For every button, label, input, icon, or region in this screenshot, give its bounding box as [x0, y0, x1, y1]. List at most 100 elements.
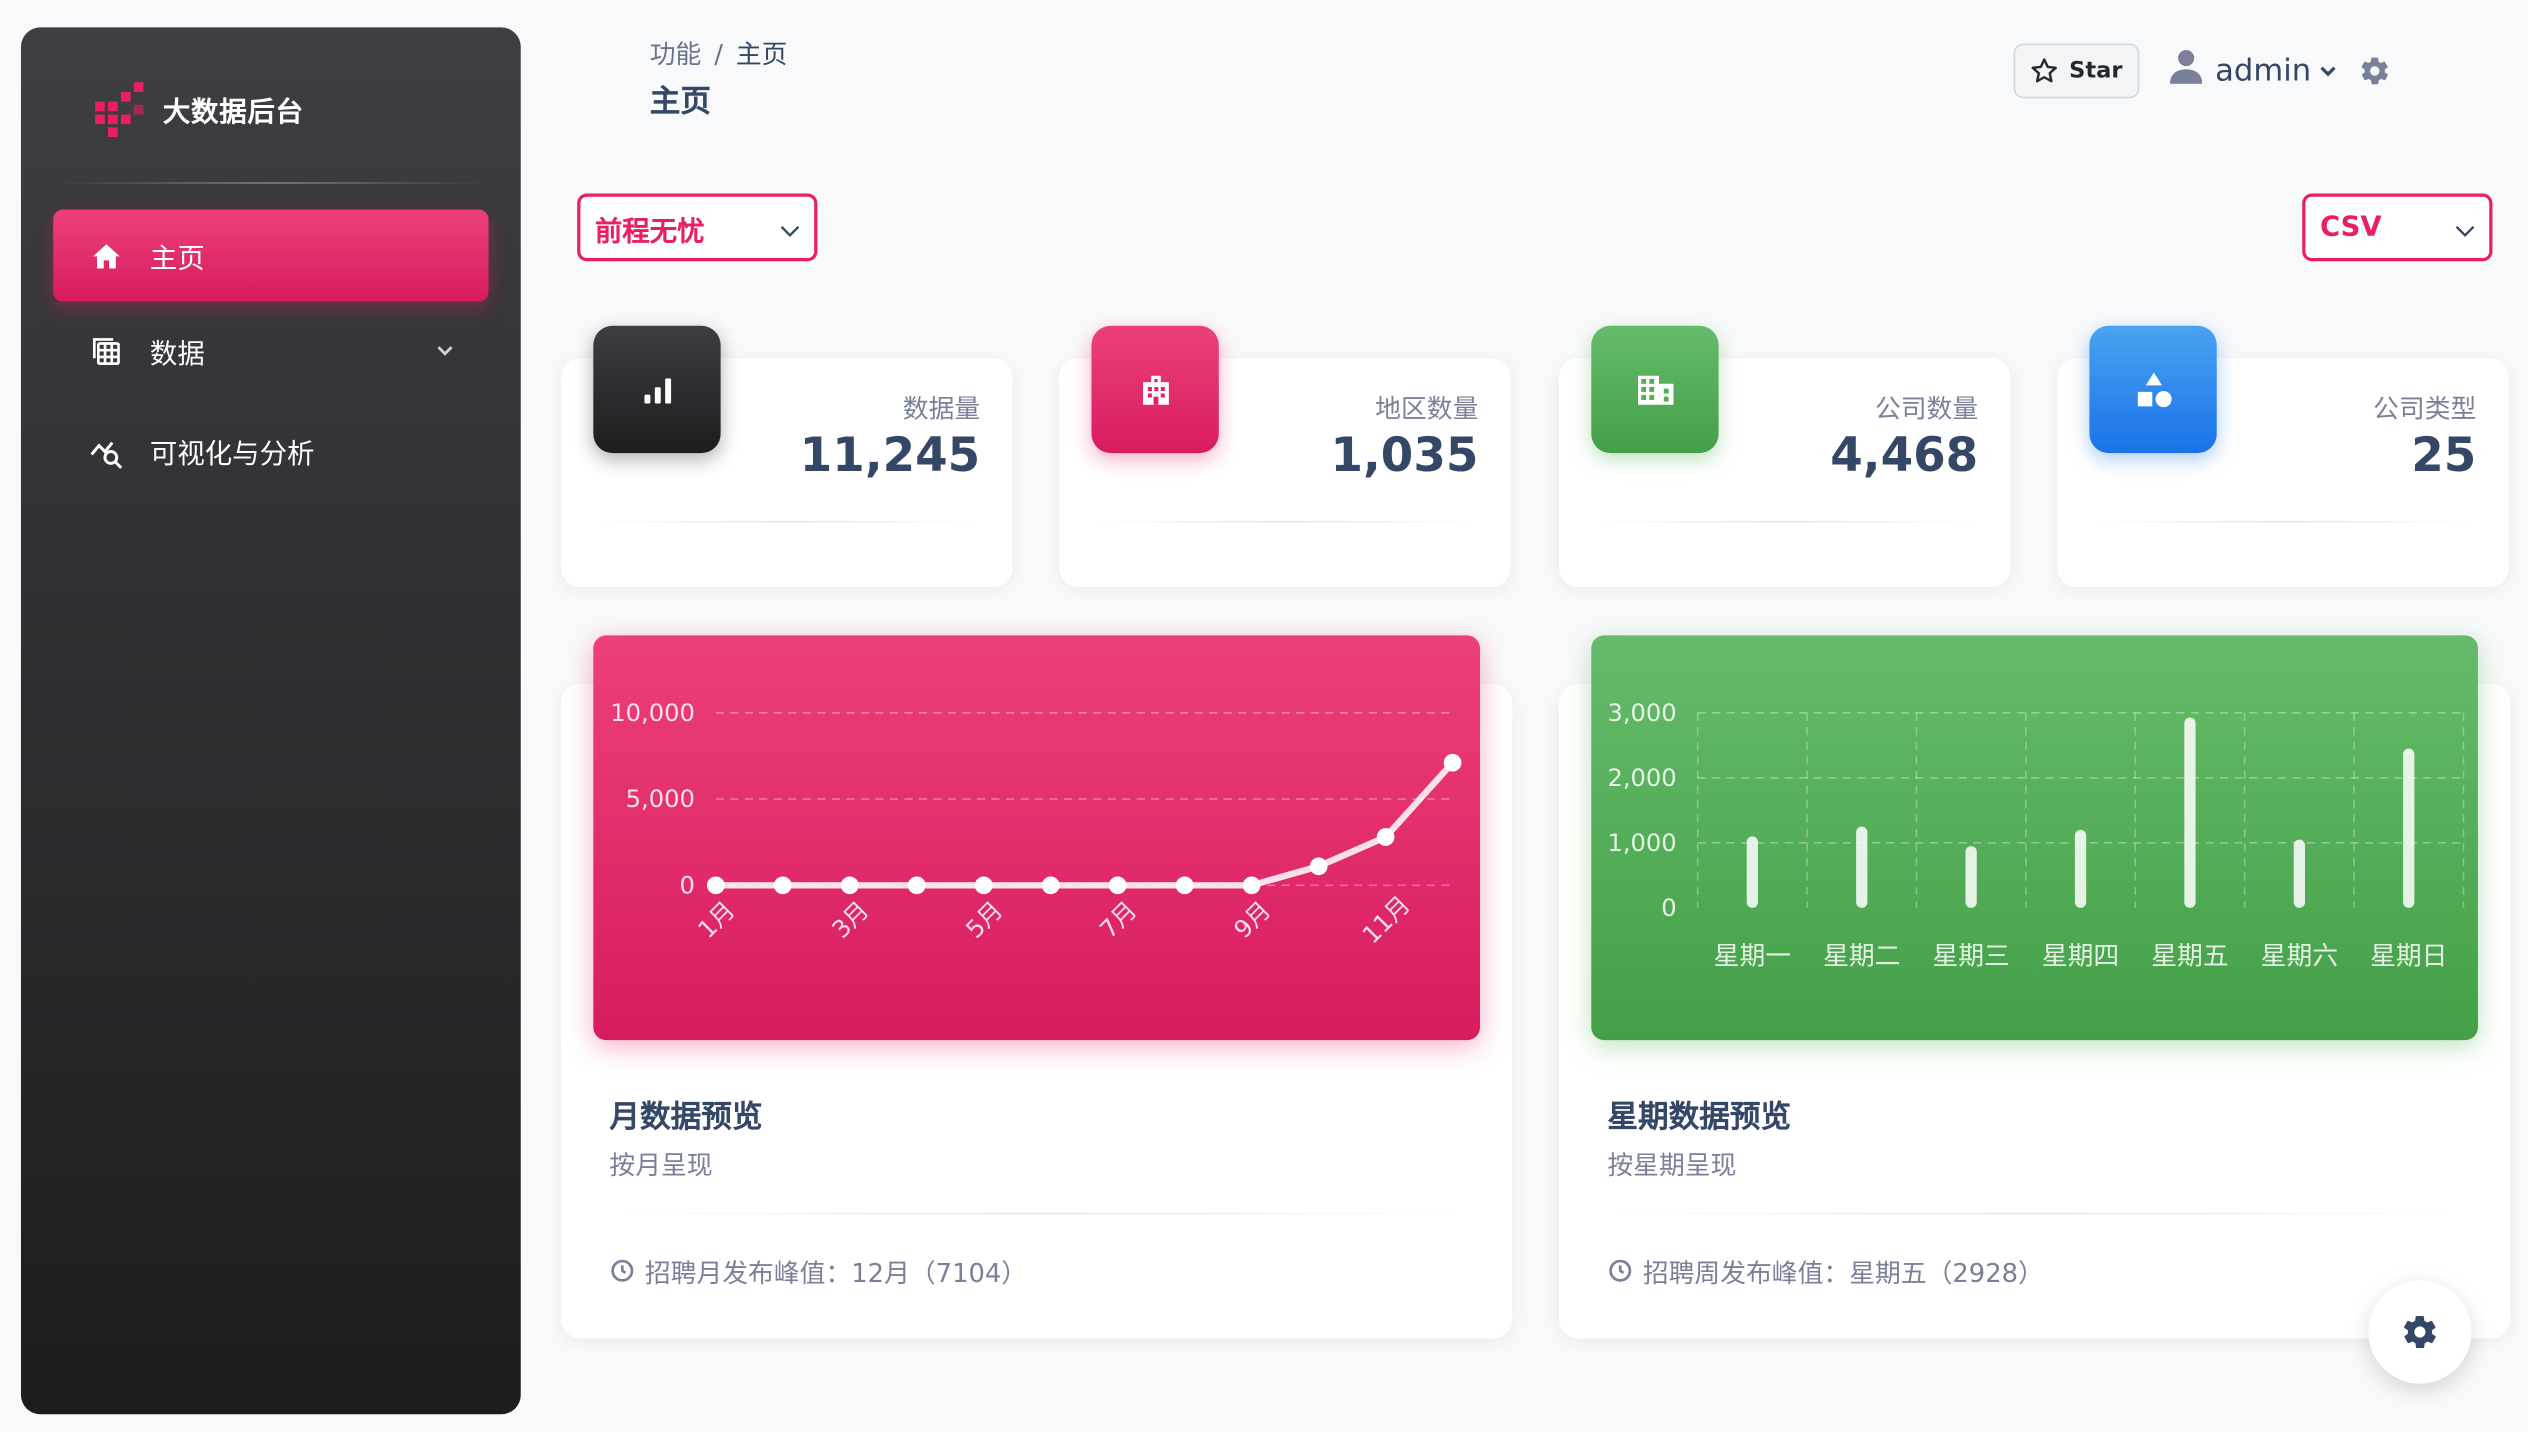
user-menu[interactable]: admin — [2170, 48, 2337, 92]
bar — [1965, 846, 1977, 908]
bar — [1856, 826, 1868, 908]
building-icon — [1091, 325, 1219, 454]
data-point — [1041, 876, 1060, 895]
line-chart-svg: 10,000 5,000 01月 3月 5月 7月 9月 11月 — [610, 699, 1462, 950]
data-point — [1108, 876, 1127, 895]
stat-label: 数据量 — [902, 393, 981, 425]
chart-footer-text: 招聘周发布峰值：星期五（2928） — [1642, 1257, 2044, 1289]
breadcrumb-separator: / — [714, 38, 723, 70]
x-tick-label: 11月 — [1357, 891, 1416, 950]
brand[interactable]: 大数据后台 — [89, 79, 304, 138]
x-tick-label: 星期一 — [1714, 941, 1791, 971]
weekly-chart-card: 3,000 2,000 1,000 0 星期一 星期二 星期三 星期四 星期五 星期六 星期日 星期… — [1558, 635, 2511, 1339]
x-tick-label: 5月 — [961, 896, 1009, 944]
stat-card-company-types: 公司类型 25 — [2057, 325, 2509, 587]
sidebar-item-label: 主页 — [149, 243, 205, 276]
bar — [2403, 748, 2415, 908]
shapes-icon — [2089, 325, 2217, 454]
sidebar-item-analytics[interactable]: 可视化与分析 — [53, 405, 488, 497]
y-tick-label: 0 — [679, 871, 694, 899]
star-button[interactable]: Star — [2013, 43, 2140, 99]
data-point — [840, 876, 859, 895]
bar — [2293, 839, 2305, 908]
breadcrumb-parent[interactable]: 功能 — [650, 39, 702, 70]
x-tick-label: 星期五 — [2151, 941, 2228, 971]
chart-subtitle: 按星期呈现 — [1607, 1149, 1737, 1181]
divider — [1091, 520, 1479, 523]
clock-icon — [611, 1259, 634, 1282]
chart-subtitle: 按月呈现 — [609, 1149, 713, 1181]
chevron-down-icon — [2318, 52, 2337, 87]
chart-footer: 招聘月发布峰值：12月（7104） — [609, 1251, 1027, 1290]
divider — [609, 1212, 1464, 1215]
format-select[interactable]: CSV — [2302, 193, 2493, 262]
x-tick-label: 1月 — [693, 896, 741, 944]
bar-chart-icon — [593, 325, 721, 454]
divider — [1607, 1212, 2462, 1215]
data-point — [1175, 876, 1194, 895]
stat-label: 公司数量 — [1874, 393, 1979, 425]
sidebar-item-data[interactable]: 数据 — [53, 305, 488, 397]
sidebar-item-label: 数据 — [149, 338, 205, 371]
format-select-value: CSV — [2319, 211, 2382, 244]
sidebar-item-label: 可视化与分析 — [149, 438, 315, 471]
bar — [2074, 829, 2087, 908]
stat-value: 25 — [2411, 427, 2477, 483]
clock-icon — [1609, 1259, 1632, 1282]
bar — [2184, 717, 2196, 908]
x-tick-label: 7月 — [1095, 896, 1143, 944]
chart-title: 星期数据预览 — [1607, 1099, 1792, 1136]
app-root: 大数据后台 主页 数据 可视化与分析 功能 / 主页 主页 Star admin… — [0, 0, 2528, 1432]
star-icon — [2032, 58, 2058, 83]
sidebar-divider — [53, 182, 489, 184]
sidebar-item-home[interactable]: 主页 — [53, 209, 489, 302]
monthly-line-chart: 10,000 5,000 0 1月 3月 5月 7月 9月 11月 — [593, 635, 1480, 1041]
source-select[interactable]: 前程无忧 — [577, 193, 818, 262]
x-tick-label: 星期四 — [2042, 941, 2119, 971]
bar — [1746, 836, 1758, 908]
data-point — [773, 876, 792, 895]
table-icon — [89, 333, 124, 368]
breadcrumb: 功能 / 主页 — [650, 32, 788, 71]
home-icon — [89, 238, 124, 273]
stat-value: 1,035 — [1330, 427, 1479, 483]
page-title: 主页 — [649, 83, 712, 120]
breadcrumb-current: 主页 — [735, 38, 788, 70]
weekly-bar-chart: 3,000 2,000 1,000 0 星期一 星期二 星期三 星期四 星期五 星期六 星期日 — [1591, 635, 2478, 1041]
user-icon — [2170, 48, 2203, 92]
stat-value: 11,245 — [799, 427, 981, 483]
brand-logo-icon — [89, 79, 147, 138]
gear-icon[interactable] — [2359, 55, 2391, 94]
y-tick-label: 0 — [1661, 894, 1676, 922]
x-tick-label: 9月 — [1229, 896, 1277, 944]
y-tick-label: 5,000 — [626, 785, 695, 813]
stat-card-companies: 公司数量 4,468 — [1558, 325, 2011, 587]
divider — [1591, 520, 1979, 523]
stat-label: 地区数量 — [1375, 393, 1479, 425]
brand-name: 大数据后台 — [162, 95, 304, 129]
bar-chart-svg: 3,000 2,000 1,000 0 星期一 星期二 星期三 星期四 星期五 星期六 星期日 — [1607, 699, 2465, 971]
x-tick-label: 星期二 — [1823, 941, 1900, 971]
gear-icon — [2404, 1316, 2436, 1348]
sidebar: 大数据后台 主页 数据 可视化与分析 — [20, 27, 521, 1415]
x-tick-label: 3月 — [827, 896, 875, 944]
data-point — [974, 876, 993, 895]
y-tick-label: 2,000 — [1607, 764, 1676, 792]
chart-footer-text: 招聘月发布峰值：12月（7104） — [644, 1257, 1028, 1289]
settings-fab[interactable] — [2368, 1280, 2472, 1384]
source-select-value: 前程无忧 — [594, 215, 705, 248]
chart-title: 月数据预览 — [609, 1099, 763, 1136]
divider — [2089, 520, 2477, 523]
divider — [593, 520, 981, 523]
stat-value: 4,468 — [1830, 427, 1979, 483]
chevron-down-icon — [779, 218, 802, 250]
y-tick-label: 3,000 — [1607, 699, 1676, 727]
star-label: Star — [2069, 58, 2123, 84]
monthly-chart-card: 10,000 5,000 0 1月 3月 5月 7月 9月 11月 月数据预览 按月呈现 招聘月… — [561, 635, 1513, 1339]
data-point — [706, 876, 725, 895]
data-point — [1376, 828, 1395, 846]
stat-label: 公司类型 — [2373, 393, 2477, 425]
data-point — [907, 876, 926, 895]
chevron-down-icon — [434, 337, 457, 360]
data-point — [1242, 876, 1261, 895]
